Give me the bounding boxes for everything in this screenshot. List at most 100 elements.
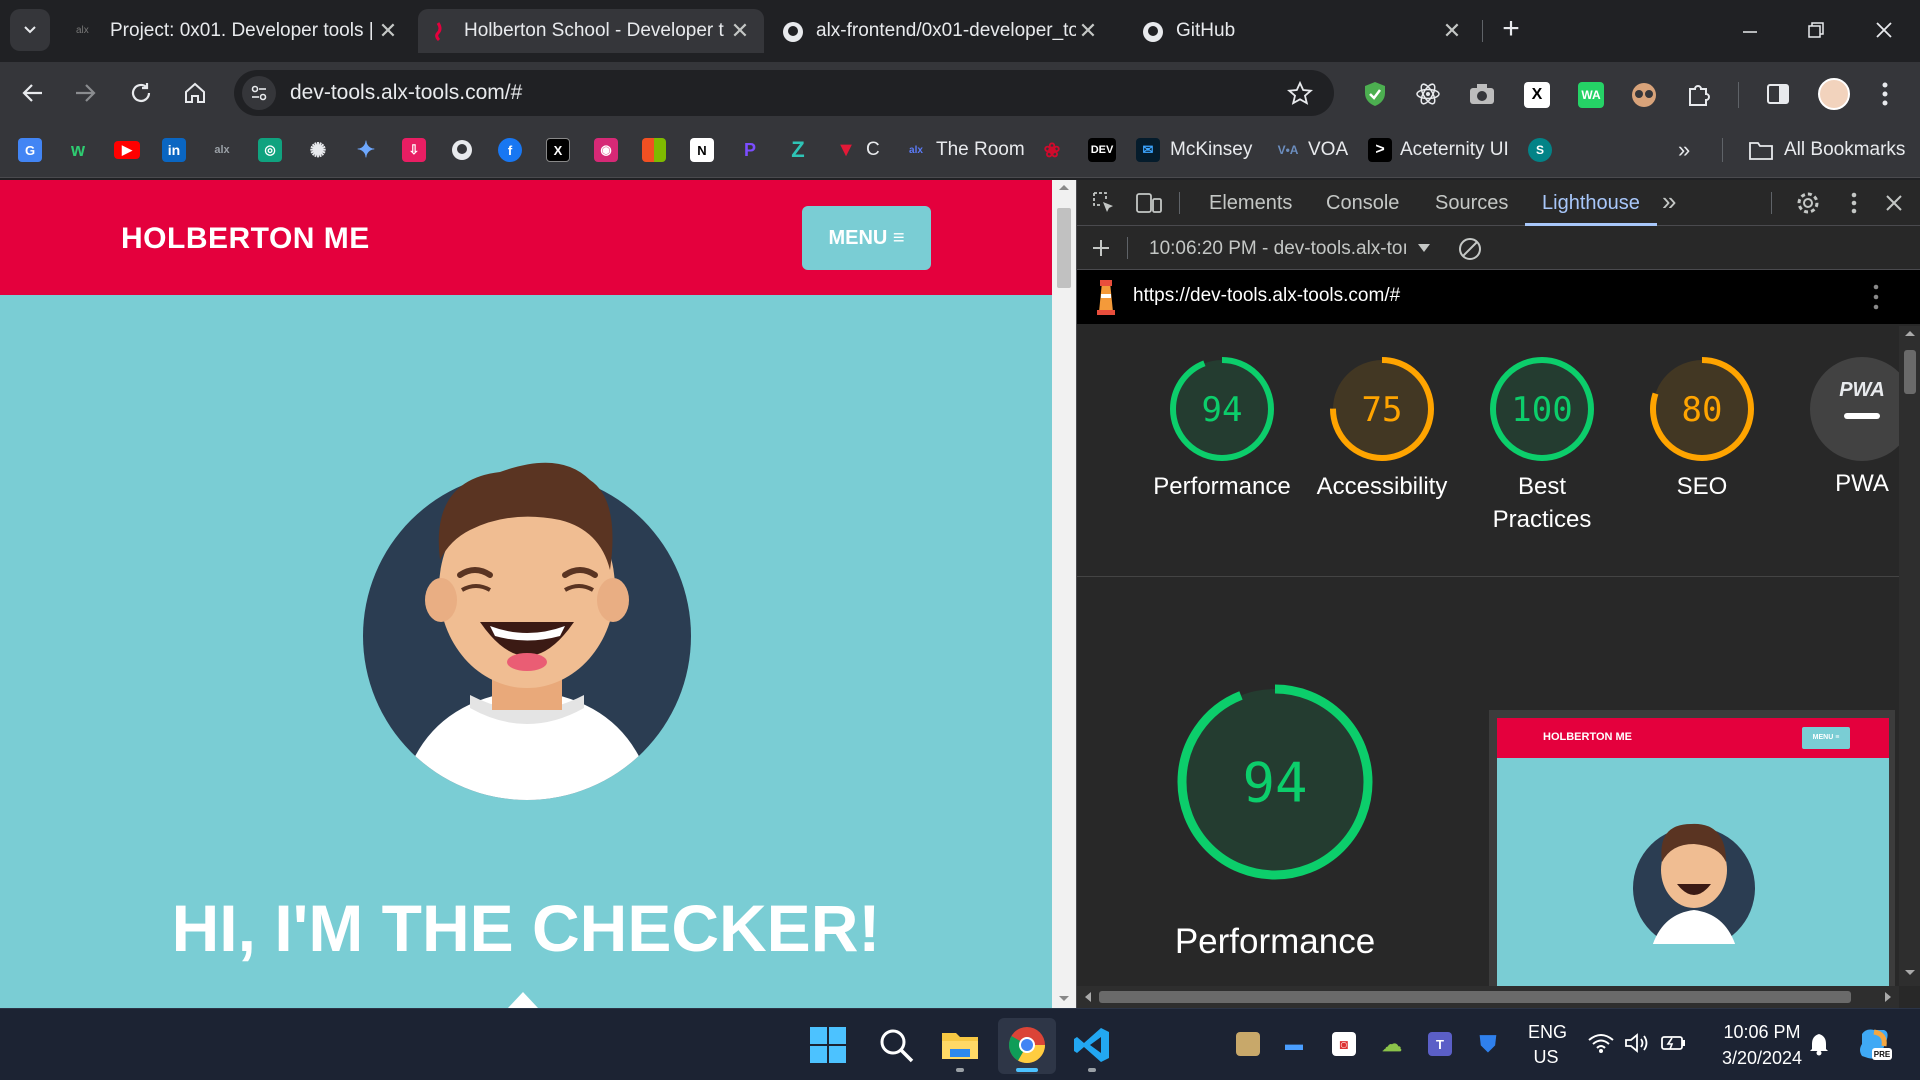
inspect-icon[interactable] [1091, 190, 1117, 216]
bookmark-aceternity[interactable]: > Aceternity UI [1368, 135, 1509, 165]
tab-console[interactable]: Console [1326, 192, 1399, 215]
bookmark-microsoft[interactable] [642, 135, 666, 165]
address-bar[interactable]: dev-tools.alx-tools.com/# [234, 70, 1334, 116]
horizontal-scrollbar[interactable] [1077, 986, 1899, 1008]
gear-icon[interactable] [1795, 190, 1821, 216]
bookmark-huawei[interactable]: ❀ [1040, 135, 1064, 165]
bookmark-instagram[interactable]: ◉ [594, 135, 618, 165]
page-scrollbar[interactable] [1052, 180, 1076, 1008]
gauge-seo[interactable]: 80 SEO [1632, 354, 1772, 503]
vscode-icon[interactable] [1072, 1025, 1112, 1065]
report-scrollbar[interactable] [1899, 326, 1920, 986]
close-icon[interactable]: ✕ [728, 18, 752, 44]
bookmark-z[interactable]: Z [786, 135, 810, 165]
close-icon[interactable]: ✕ [1076, 18, 1100, 44]
home-icon[interactable] [182, 80, 208, 106]
windows-start-icon[interactable] [808, 1025, 848, 1065]
scroll-right-icon[interactable] [1881, 990, 1895, 1004]
bookmark-mckinsey[interactable]: ✉ McKinsey [1136, 135, 1252, 165]
bookmark-translate[interactable]: G [18, 135, 42, 165]
bookmark-github[interactable] [450, 135, 474, 165]
whatsapp-ext-icon[interactable]: WA [1578, 82, 1604, 108]
bookmarks-overflow[interactable]: » [1678, 135, 1690, 165]
minimize-button[interactable] [1736, 18, 1764, 46]
tray-app-icon[interactable] [1236, 1032, 1260, 1056]
close-icon[interactable] [1883, 192, 1905, 214]
close-icon[interactable]: ✕ [376, 18, 400, 44]
scroll-up-icon[interactable] [1899, 326, 1920, 340]
scrollbar-thumb[interactable] [1057, 208, 1071, 288]
tab-github-repo[interactable]: alx-frontend/0x01-developer_to ✕ [770, 9, 1112, 53]
kebab-menu-icon[interactable] [1880, 80, 1890, 108]
scroll-down-icon[interactable] [1052, 992, 1076, 1006]
battery-icon[interactable] [1660, 1032, 1688, 1054]
menu-button[interactable]: MENU ≡ [802, 206, 931, 270]
audited-url[interactable]: https://dev-tools.alx-tools.com/# [1133, 285, 1400, 307]
file-explorer-icon[interactable] [940, 1025, 980, 1065]
excel-ext-icon[interactable]: X [1524, 82, 1550, 108]
tab-lighthouse[interactable]: Lighthouse [1542, 192, 1640, 215]
kebab-menu-icon[interactable] [1871, 282, 1881, 312]
restore-button[interactable] [1802, 16, 1830, 44]
bookmark-notion[interactable]: N [690, 135, 714, 165]
scrollbar-thumb[interactable] [1099, 991, 1851, 1003]
input-language[interactable]: ENG US [1528, 1022, 1567, 1068]
site-info-button[interactable] [242, 76, 276, 110]
side-panel-icon[interactable] [1766, 82, 1790, 106]
device-toolbar-icon[interactable] [1135, 190, 1163, 216]
bookmark-sharepoint[interactable]: S [1528, 135, 1552, 165]
bookmark-x[interactable]: X [546, 135, 570, 165]
bookmark-chatgpt[interactable]: ◎ [258, 135, 282, 165]
wifi-icon[interactable] [1588, 1032, 1614, 1054]
tab-search-button[interactable] [10, 9, 50, 51]
bookmark-c[interactable]: ▼ C [834, 135, 880, 165]
profile-avatar[interactable] [1818, 78, 1850, 110]
tab-elements[interactable]: Elements [1209, 192, 1292, 215]
search-icon[interactable] [876, 1025, 916, 1065]
tab-sources[interactable]: Sources [1435, 192, 1508, 215]
tray-weather-icon[interactable]: ☁ [1380, 1032, 1404, 1056]
gauge-best-practices[interactable]: 100 Best Practices [1472, 354, 1612, 536]
plus-icon[interactable] [1091, 238, 1111, 258]
tray-defender-icon[interactable]: ⛊ [1476, 1031, 1500, 1056]
star-icon[interactable] [1286, 80, 1314, 108]
more-tabs-button[interactable]: » [1662, 186, 1676, 217]
tab-github[interactable]: GitHub ✕ [1130, 9, 1476, 53]
bookmark-linkedin[interactable]: in [162, 135, 186, 165]
clock[interactable]: 10:06 PM 3/20/2024 [1700, 1022, 1824, 1069]
tray-cloud-icon[interactable]: ▬ [1282, 1032, 1306, 1056]
camera-icon[interactable] [1468, 82, 1496, 106]
close-window-button[interactable] [1870, 16, 1898, 44]
forward-icon[interactable] [72, 80, 98, 106]
scroll-down-icon[interactable] [1899, 966, 1920, 980]
shield-icon[interactable] [1362, 80, 1388, 108]
page-screenshot-thumbnail[interactable]: HOLBERTON ME MENU ≡ [1489, 710, 1895, 986]
report-selector[interactable]: 10:06:20 PM - dev-tools.alx-toı [1149, 238, 1413, 260]
gauge-accessibility[interactable]: 75 Accessibility [1312, 354, 1452, 503]
spy-ext-icon[interactable] [1630, 81, 1658, 109]
bookmark-youtube[interactable]: ▶ [114, 135, 140, 165]
tray-clipboard-icon[interactable]: ◙ [1332, 1032, 1356, 1056]
bookmark-the-room[interactable]: alx The Room [904, 135, 1025, 165]
puzzle-icon[interactable] [1686, 81, 1712, 107]
new-tab-button[interactable]: + [1496, 12, 1526, 46]
bookmark-alx[interactable]: alx [210, 135, 234, 165]
kebab-menu-icon[interactable] [1849, 190, 1859, 216]
close-icon[interactable]: ✕ [1440, 18, 1464, 44]
bookmark-facebook[interactable]: f [498, 135, 522, 165]
back-icon[interactable] [20, 80, 46, 106]
gauge-performance[interactable]: 94 Performance [1152, 354, 1292, 503]
copilot-icon[interactable]: PRE [1856, 1026, 1892, 1062]
bookmark-dev[interactable]: DEV [1088, 135, 1116, 165]
bookmark-w[interactable]: w [66, 135, 90, 165]
scroll-left-icon[interactable] [1081, 990, 1095, 1004]
chrome-icon[interactable] [1007, 1025, 1047, 1065]
bookmark-openai[interactable]: ✺ [306, 135, 330, 165]
bookmark-voa[interactable]: V•A VOA [1276, 135, 1349, 165]
reload-icon[interactable] [128, 80, 154, 106]
all-bookmarks[interactable]: All Bookmarks [1748, 135, 1905, 165]
tab-holberton[interactable]: Holberton School - Developer t ✕ [418, 9, 764, 53]
bookmark-gemini[interactable]: ✦ [354, 135, 378, 165]
clear-icon[interactable] [1457, 236, 1483, 262]
dropdown-icon[interactable] [1417, 242, 1431, 254]
